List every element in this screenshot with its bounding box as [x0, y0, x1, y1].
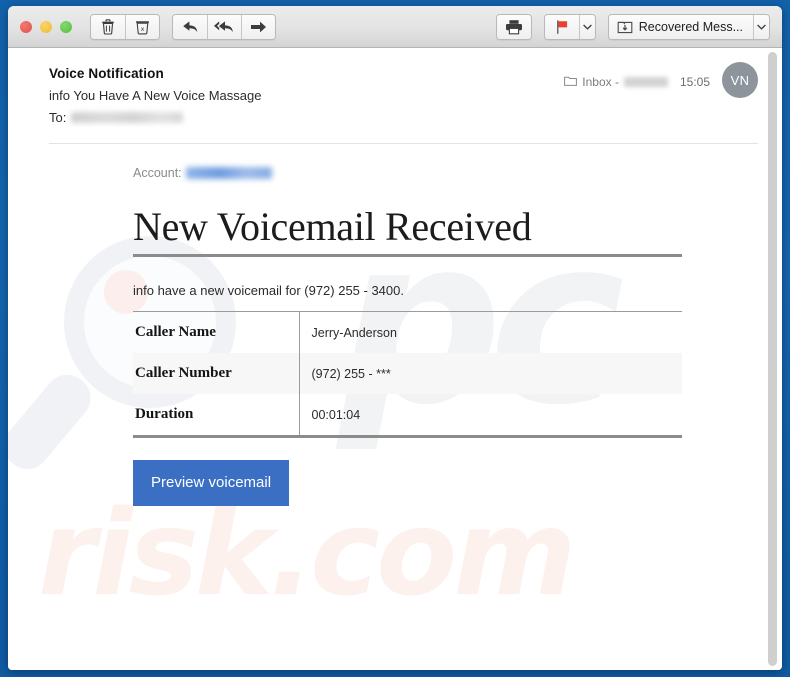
account-label: Account: — [133, 166, 182, 180]
account-row: Account: — [133, 166, 682, 180]
mailbox-indicator: Inbox - — [564, 75, 668, 89]
message-time: 15:05 — [679, 75, 710, 89]
move-dropdown-button[interactable] — [753, 14, 769, 39]
flag-icon — [555, 19, 569, 35]
table-row: Duration 00:01:04 — [133, 394, 682, 437]
caller-number-value: (972) 255 - *** — [311, 366, 391, 381]
reply-all-button[interactable] — [207, 14, 241, 39]
minimize-button[interactable] — [40, 20, 52, 33]
watermark-brand-suffix: risk.com — [38, 484, 576, 622]
scrollbar-thumb[interactable] — [768, 52, 777, 666]
message-pane: pc risk.com Voice Notification info You … — [8, 48, 782, 670]
mailbox-account-redacted — [623, 77, 668, 87]
printer-icon — [505, 19, 523, 35]
window-toolbar: x Recovered Mess... — [8, 6, 782, 48]
preview-voicemail-button[interactable]: Preview voicemail — [133, 460, 290, 506]
mail-window: x Recovered Mess... pc risk.com Voice No… — [8, 6, 782, 670]
folder-icon — [564, 75, 578, 89]
print-group — [495, 13, 532, 40]
delete-button[interactable] — [91, 14, 125, 39]
reply-arrow-icon — [182, 20, 199, 34]
cta-container: Preview voicemail — [133, 438, 682, 506]
message-to-row: To: — [49, 110, 758, 125]
junk-trash-icon: x — [135, 19, 150, 35]
duration-value: 00:01:04 — [311, 407, 361, 422]
flag-group — [543, 13, 596, 40]
caller-name-label: Caller Name — [133, 312, 300, 353]
svg-text:x: x — [141, 25, 145, 33]
move-to-folder-button[interactable]: Recovered Mess... — [608, 14, 753, 39]
avatar: VN — [722, 62, 758, 98]
forward-arrow-icon — [250, 20, 267, 34]
move-to-folder-icon — [617, 19, 633, 35]
chevron-down-icon — [757, 24, 766, 30]
forward-button[interactable] — [241, 14, 275, 39]
traffic-lights — [20, 20, 72, 33]
mailbox-label: Inbox - — [582, 75, 619, 89]
chevron-down-icon — [582, 24, 592, 30]
reply-group — [172, 13, 276, 40]
caller-name-value: Jerry-Anderson — [311, 325, 397, 340]
message-content: Account: New Voicemail Received info hav… — [8, 144, 782, 506]
voicemail-details-table: Caller Name Jerry-Anderson Caller Number… — [133, 312, 682, 438]
desktop-background: x Recovered Mess... pc risk.com Voice No… — [0, 0, 790, 677]
vertical-scrollbar[interactable] — [766, 52, 779, 666]
print-button[interactable] — [496, 14, 531, 39]
table-row: Caller Name Jerry-Anderson — [133, 312, 682, 353]
reply-all-arrow-icon — [214, 20, 235, 34]
page-title: New Voicemail Received — [133, 204, 532, 249]
to-recipient-redacted — [71, 112, 184, 123]
headline-divider — [133, 254, 682, 257]
flag-dropdown-button[interactable] — [578, 14, 595, 39]
lead-paragraph: info have a new voicemail for (972) 255 … — [133, 283, 682, 312]
move-group: Recovered Mess... — [607, 13, 770, 40]
table-row: Caller Number (972) 255 - *** — [133, 353, 682, 394]
to-label: To: — [49, 110, 67, 125]
move-to-folder-label: Recovered Mess... — [638, 19, 743, 34]
account-email-redacted — [185, 167, 272, 179]
caller-number-label: Caller Number — [133, 353, 300, 394]
message-meta: Inbox - 15:05 VN — [564, 62, 758, 98]
message-header: Voice Notification info You Have A New V… — [8, 48, 782, 139]
duration-label: Duration — [133, 394, 300, 437]
junk-button[interactable]: x — [125, 14, 159, 39]
reply-button[interactable] — [173, 14, 207, 39]
header-divider — [49, 143, 758, 144]
delete-group: x — [90, 13, 160, 40]
flag-button[interactable] — [544, 14, 579, 39]
zoom-button[interactable] — [60, 20, 72, 33]
close-button[interactable] — [20, 20, 32, 33]
trash-icon — [101, 18, 115, 35]
